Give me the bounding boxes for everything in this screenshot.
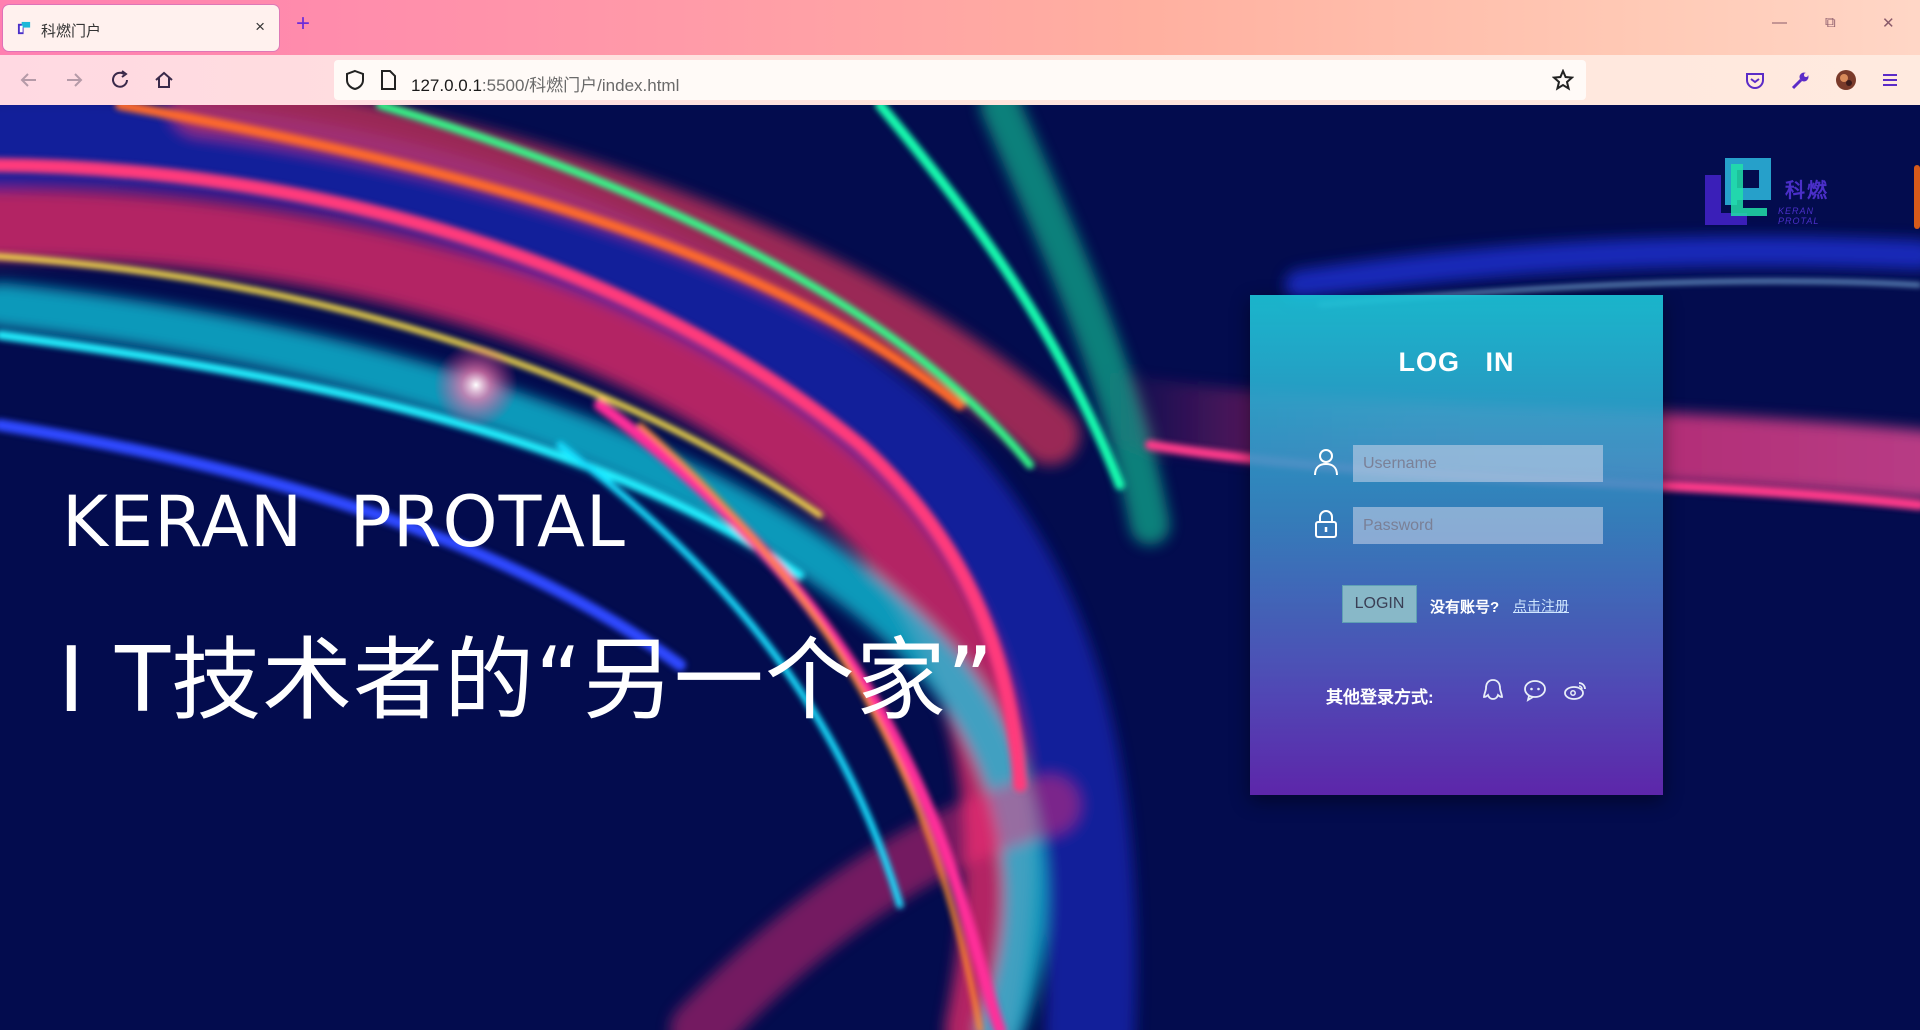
logo-cn-text: 科燃 xyxy=(1785,178,1829,202)
lock-icon xyxy=(1315,510,1337,538)
hero-subtitle: I T技术者的“另一个家” xyxy=(58,628,995,733)
address-bar[interactable]: 127.0.0.1:5500/科燃门户/index.html xyxy=(334,60,1586,100)
url-host: 127.0.0.1 xyxy=(411,76,482,95)
url-path: :5500/科燃门户/index.html xyxy=(481,76,680,95)
close-window-icon[interactable]: ✕ xyxy=(1882,14,1895,32)
browser-titlebar: 科燃门户 × + — ⧉ ✕ xyxy=(0,0,1920,55)
logo-mark-icon xyxy=(1705,158,1771,225)
login-title: LOG IN xyxy=(1398,347,1515,377)
hero-title: KERAN PROTAL xyxy=(62,481,626,563)
qq-icon[interactable] xyxy=(1480,677,1506,703)
browser-tab[interactable]: 科燃门户 × xyxy=(3,5,279,51)
no-account-text: 没有账号? xyxy=(1430,599,1500,616)
back-icon[interactable] xyxy=(16,67,42,93)
login-button[interactable]: LOGIN xyxy=(1342,585,1417,623)
page-icon[interactable] xyxy=(378,69,398,91)
pocket-icon[interactable] xyxy=(1742,67,1768,93)
forward-icon[interactable] xyxy=(61,67,87,93)
logo-en-text: KERAN PROTAL xyxy=(1778,206,1820,226)
page-viewport: 科燃 KERAN PROTAL KERAN PROTAL I T技术者的“另一个… xyxy=(0,105,1920,1030)
register-link[interactable]: 点击注册 xyxy=(1513,596,1569,616)
restore-icon[interactable]: ⧉ xyxy=(1825,14,1836,31)
minimize-icon[interactable]: — xyxy=(1772,14,1787,31)
scrollbar-thumb[interactable] xyxy=(1914,165,1920,229)
username-input[interactable] xyxy=(1353,445,1603,482)
wechat-icon[interactable] xyxy=(1522,677,1548,703)
home-icon[interactable] xyxy=(151,67,177,93)
menu-icon[interactable] xyxy=(1877,67,1903,93)
new-tab-button[interactable]: + xyxy=(296,10,310,38)
password-input[interactable] xyxy=(1353,507,1603,544)
avatar[interactable] xyxy=(1833,67,1859,93)
site-favicon-icon xyxy=(17,21,31,35)
shield-icon[interactable] xyxy=(344,69,366,91)
login-panel: LOG IN LOGIN 没有账号? 点击注册 其他登录方式: xyxy=(1250,295,1663,795)
tab-close-icon[interactable]: × xyxy=(255,17,265,37)
tab-title: 科燃门户 xyxy=(41,23,102,40)
weibo-icon[interactable] xyxy=(1563,677,1589,703)
url-text[interactable]: 127.0.0.1:5500/科燃门户/index.html xyxy=(411,71,679,96)
bookmark-star-icon[interactable] xyxy=(1552,69,1574,91)
site-logo[interactable]: 科燃 KERAN PROTAL xyxy=(1703,150,1853,230)
other-login-label: 其他登录方式: xyxy=(1326,688,1434,707)
user-icon xyxy=(1314,449,1338,476)
reload-icon[interactable] xyxy=(107,67,133,93)
wrench-icon[interactable] xyxy=(1787,67,1813,93)
browser-navbar: 127.0.0.1:5500/科燃门户/index.html xyxy=(0,55,1920,105)
